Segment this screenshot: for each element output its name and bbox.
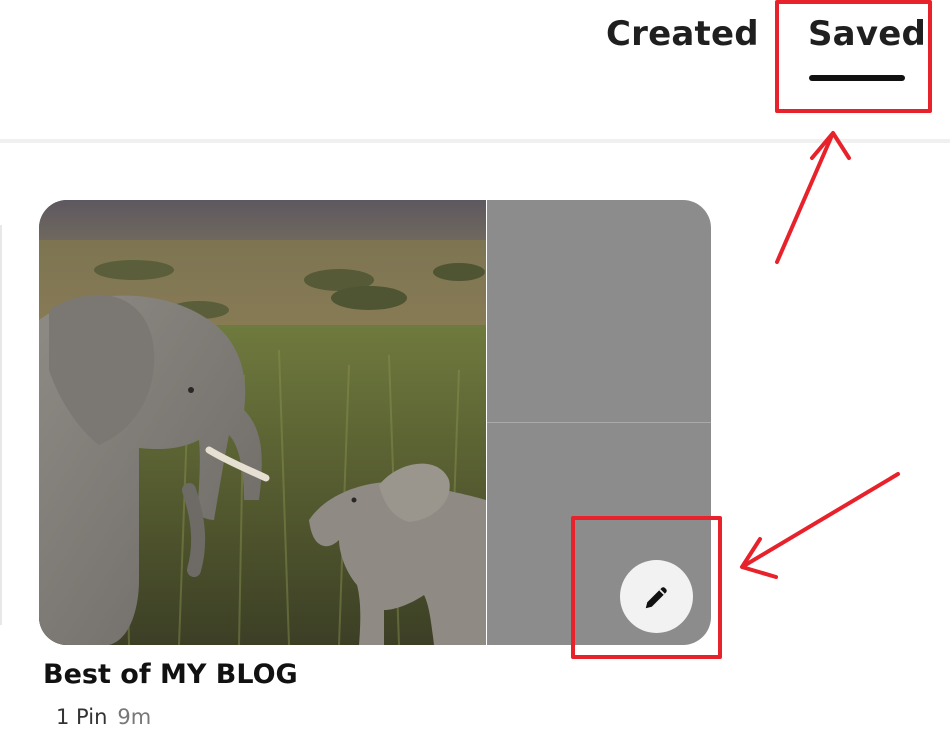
header-divider bbox=[0, 139, 950, 143]
profile-page: Created Saved Best of MY BLOG 1 Pin 9m bbox=[0, 0, 950, 735]
board-cover-image bbox=[39, 200, 486, 645]
board-cover-placeholder-top bbox=[487, 200, 711, 422]
arrow-to-edit-button bbox=[740, 472, 900, 579]
edit-board-button[interactable] bbox=[620, 560, 693, 633]
board-pin-count: 1 Pin bbox=[56, 705, 108, 729]
adjacent-card-edge bbox=[0, 225, 2, 625]
board-cover[interactable] bbox=[39, 200, 711, 645]
pencil-icon bbox=[645, 586, 667, 608]
board-title[interactable]: Best of MY BLOG bbox=[43, 659, 298, 690]
board-meta: 1 Pin 9m bbox=[56, 705, 151, 729]
board-age: 9m bbox=[117, 705, 152, 729]
tab-saved[interactable]: Saved bbox=[808, 14, 926, 54]
active-tab-indicator bbox=[809, 75, 905, 81]
tab-created[interactable]: Created bbox=[606, 14, 759, 54]
arrow-to-saved-tab bbox=[775, 131, 851, 264]
